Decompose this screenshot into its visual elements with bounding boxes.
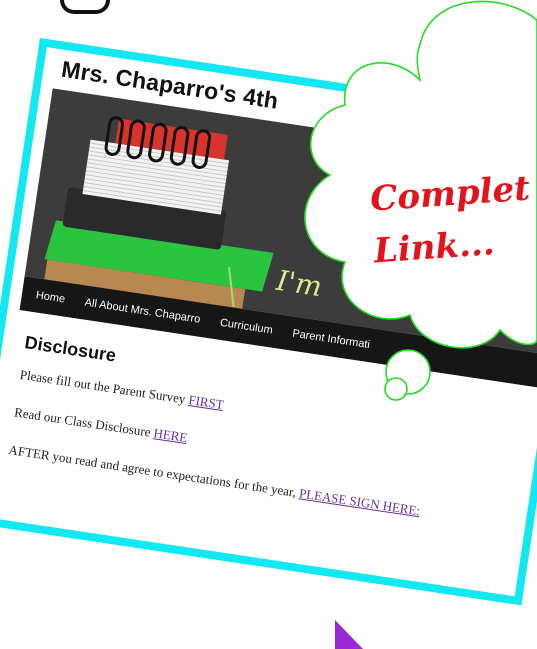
callout-line: Complet <box>368 168 532 220</box>
callout-line: Link... <box>372 223 496 272</box>
thought-bubble-dot <box>384 377 408 401</box>
pointer-cursor-icon <box>335 620 363 649</box>
thought-bubble <box>304 0 537 401</box>
callout-text: Complet Link... <box>369 163 536 278</box>
